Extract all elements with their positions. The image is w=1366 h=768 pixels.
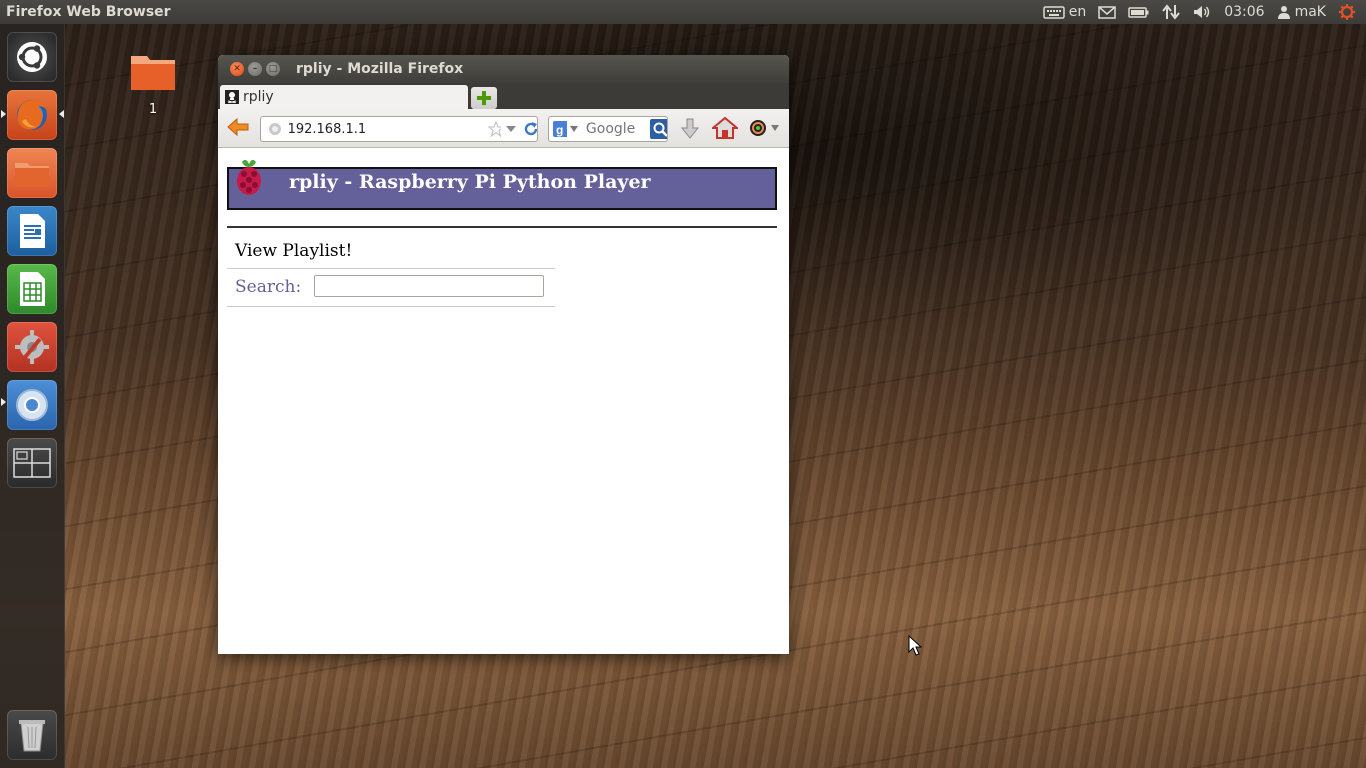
firefox-icon: [17, 100, 47, 130]
envelope-icon: [1098, 6, 1116, 19]
document-icon: [20, 214, 45, 248]
workspace-switcher-icon: [13, 448, 51, 478]
search-icon[interactable]: [649, 119, 667, 139]
indicator-area: en 03:06 maK: [1037, 0, 1366, 24]
launcher-trash[interactable]: [7, 710, 57, 760]
launcher-workspace-switcher[interactable]: [7, 438, 57, 488]
window-maximize-button[interactable]: □: [266, 62, 280, 76]
chromium-icon: [16, 389, 48, 421]
keyboard-icon: [1042, 6, 1065, 19]
back-arrow-icon: [227, 117, 249, 137]
clock[interactable]: 03:06: [1218, 0, 1270, 24]
network-updown-icon: [1162, 4, 1181, 20]
page-header: rpliy - Raspberry Pi Python Player: [227, 167, 777, 210]
home-button[interactable]: [712, 117, 738, 139]
addon-menu-button[interactable]: [748, 118, 780, 138]
keyboard-layout-label: en: [1068, 4, 1087, 20]
pirate-favicon-icon: [225, 90, 239, 104]
ubuntu-logo-icon: [17, 42, 47, 72]
battery-icon: [1128, 7, 1149, 18]
url-bar[interactable]: [260, 116, 538, 142]
launcher-chromium[interactable]: [7, 380, 57, 430]
window-minimize-button[interactable]: –: [248, 62, 262, 76]
running-pip-chromium: [1, 398, 6, 406]
keyboard-indicator[interactable]: en: [1037, 0, 1093, 24]
playlist-row: View Playlist!: [227, 238, 555, 269]
page-title: rpliy - Raspberry Pi Python Player: [289, 170, 651, 193]
window-close-button[interactable]: ✕: [230, 62, 244, 76]
window-title: rpliy - Mozilla Firefox: [296, 61, 464, 77]
back-button[interactable]: [226, 117, 250, 137]
download-arrow-icon: [680, 118, 700, 139]
search-row: Search:: [227, 269, 555, 307]
unity-launcher: [0, 24, 65, 768]
web-page: rpliy - Raspberry Pi Python Player View …: [218, 148, 789, 654]
network-indicator[interactable]: [1156, 0, 1186, 24]
launcher-system-settings[interactable]: [7, 322, 57, 372]
desktop-folder[interactable]: 1: [128, 52, 178, 117]
desktop-folder-label: 1: [148, 102, 158, 117]
window-titlebar[interactable]: ✕ – □ rpliy - Mozilla Firefox: [218, 55, 789, 83]
power-gear-icon: [1339, 4, 1355, 20]
google-engine-icon[interactable]: g: [552, 120, 568, 138]
settings-wrench-icon: [15, 330, 49, 364]
launcher-files[interactable]: [7, 148, 57, 198]
url-input[interactable]: [285, 120, 460, 138]
page-divider: [227, 226, 777, 228]
view-playlist-link[interactable]: View Playlist!: [235, 241, 352, 261]
top-panel: Firefox Web Browser en 03:06 maK: [0, 0, 1366, 24]
running-pip-firefox: [1, 110, 6, 118]
user-name: maK: [1294, 4, 1326, 20]
folder-icon: [131, 56, 175, 90]
folder-icon: [15, 163, 49, 187]
trash-icon: [19, 720, 45, 752]
tab-label: rpliy: [243, 89, 274, 105]
svg-text:g: g: [556, 123, 563, 137]
user-icon: [1277, 6, 1290, 19]
chevron-down-icon[interactable]: [569, 125, 578, 133]
speaker-icon: [1194, 6, 1210, 18]
spreadsheet-icon: [20, 272, 45, 306]
globe-icon: [269, 123, 281, 135]
search-input[interactable]: [583, 120, 646, 138]
mouse-pointer-icon: [908, 635, 922, 656]
dash-home-button[interactable]: [7, 32, 57, 82]
plus-icon: [477, 91, 491, 105]
session-indicator[interactable]: [1332, 0, 1362, 24]
sound-indicator[interactable]: [1186, 0, 1218, 24]
launcher-calc[interactable]: [7, 264, 57, 314]
home-icon: [712, 117, 738, 139]
messaging-indicator[interactable]: [1092, 0, 1122, 24]
navigation-toolbar: g: [218, 109, 789, 148]
song-search-input[interactable]: [314, 275, 544, 297]
battery-indicator[interactable]: [1122, 0, 1156, 24]
bookmark-star-icon[interactable]: [487, 121, 502, 137]
downloads-button[interactable]: [680, 118, 700, 140]
raspberry-pi-logo-icon: [237, 159, 261, 195]
reload-icon[interactable]: [522, 120, 537, 138]
search-label: Search:: [235, 277, 302, 297]
firefox-window: ✕ – □ rpliy - Mozilla Firefox rpliy g: [218, 55, 789, 654]
chevron-down-icon: [771, 125, 779, 131]
color-wheel-icon: [750, 120, 766, 136]
active-app-name: Firefox Web Browser: [6, 4, 171, 20]
new-tab-button[interactable]: [471, 87, 497, 109]
launcher-writer[interactable]: [7, 206, 57, 256]
chevron-down-icon[interactable]: [505, 124, 516, 134]
focus-pip-firefox: [59, 110, 64, 118]
tab-strip: rpliy: [218, 83, 789, 109]
tab-rpliy[interactable]: rpliy: [220, 85, 468, 109]
launcher-firefox[interactable]: [7, 90, 57, 140]
user-indicator[interactable]: maK: [1271, 0, 1332, 24]
search-bar[interactable]: g: [548, 116, 668, 142]
